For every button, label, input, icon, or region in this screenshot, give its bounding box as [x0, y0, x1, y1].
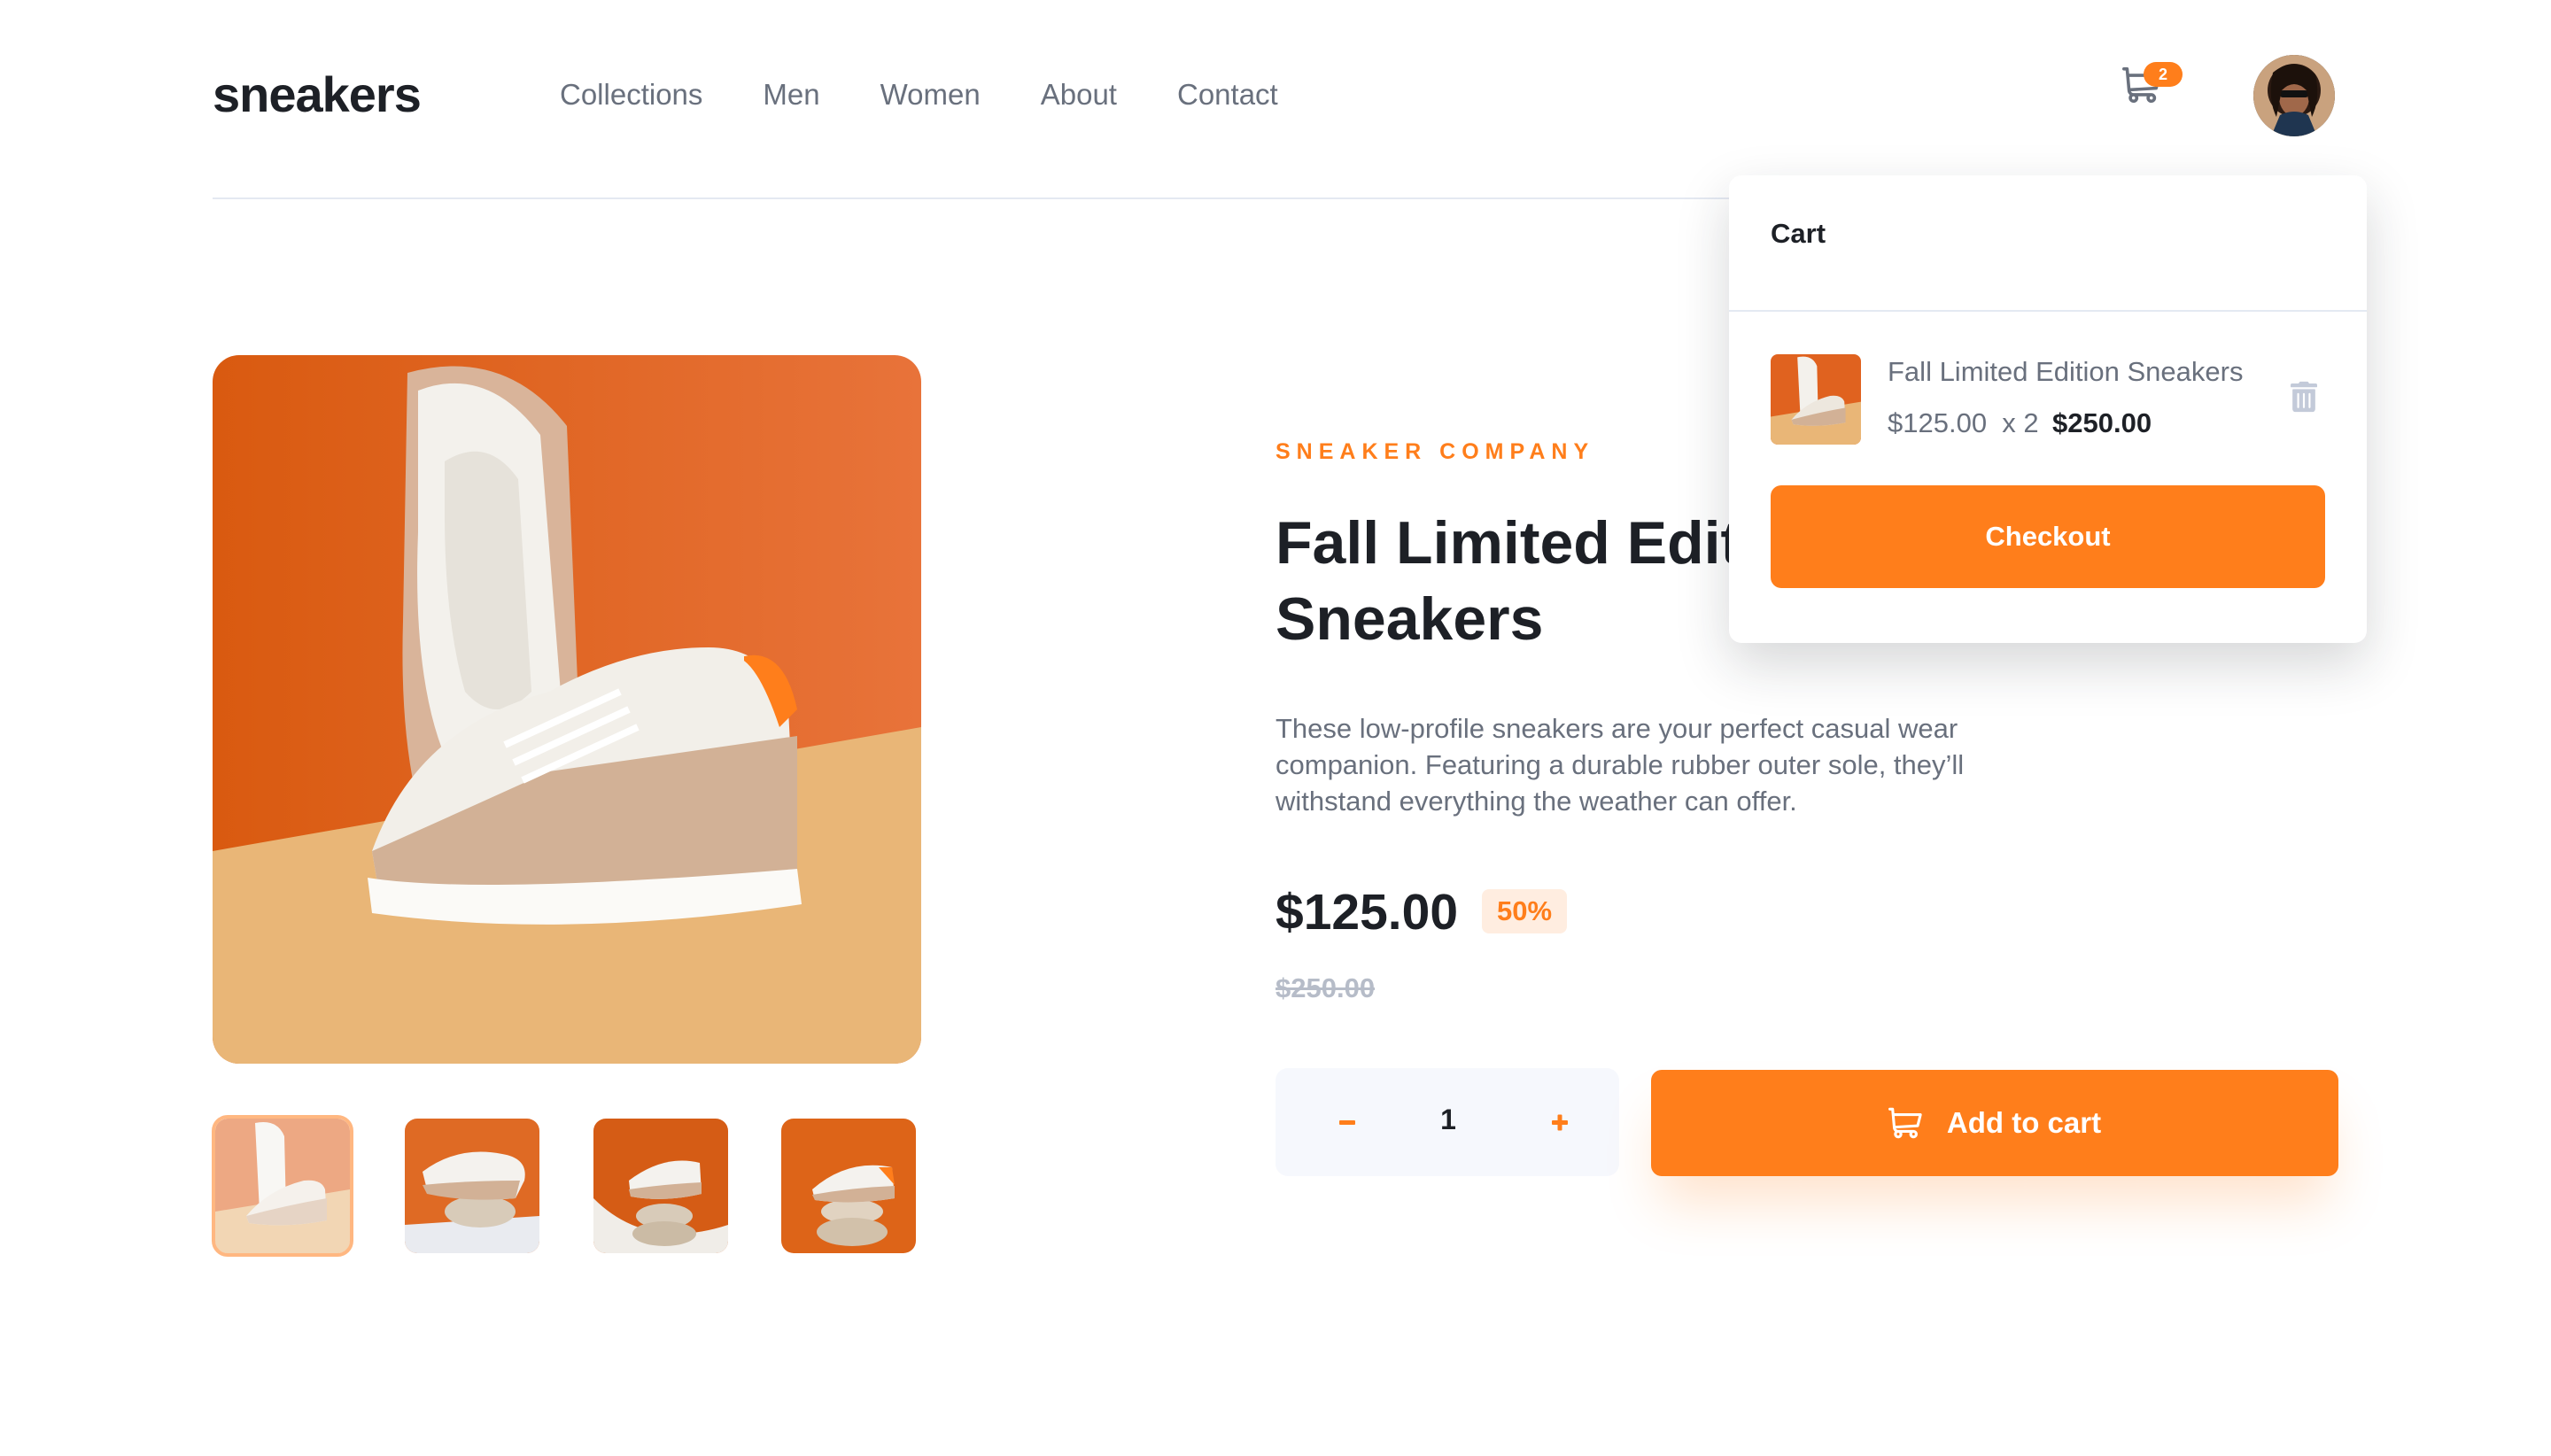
- cart-icon: [1888, 1107, 1922, 1139]
- thumbnail-1[interactable]: [212, 1115, 353, 1257]
- thumbnail-3[interactable]: [593, 1119, 728, 1253]
- thumbnail-2[interactable]: [405, 1119, 539, 1253]
- product-main-image[interactable]: [213, 355, 921, 1064]
- nav-men[interactable]: Men: [763, 73, 819, 117]
- increase-quantity-button[interactable]: [1532, 1095, 1587, 1150]
- site-logo[interactable]: sneakers: [213, 64, 422, 126]
- current-price: $125.00: [1276, 884, 1459, 941]
- user-avatar[interactable]: [2252, 53, 2337, 138]
- add-to-cart-label: Add to cart: [1946, 1106, 2102, 1139]
- trash-icon: [2291, 381, 2317, 413]
- company-label: SNEAKER COMPANY: [1276, 439, 1595, 464]
- nav-women[interactable]: Women: [880, 73, 981, 117]
- add-to-cart-button[interactable]: Add to cart: [1651, 1070, 2338, 1176]
- cart-item-total: $250.00: [2052, 407, 2152, 438]
- remove-item-button[interactable]: [2291, 381, 2317, 413]
- product-description: These low-profile sneakers are your perf…: [1276, 713, 1965, 817]
- thumbnail-image: [781, 1119, 916, 1253]
- avatar-image: [2253, 55, 2335, 136]
- quantity-value: 1: [1440, 1104, 1456, 1135]
- cart-divider: [1729, 310, 2367, 312]
- cart-title: Cart: [1771, 218, 1826, 249]
- main-nav: Collections Men Women About Contact: [560, 73, 1338, 117]
- thumbnail-image: [215, 1119, 350, 1253]
- decrease-quantity-button[interactable]: [1320, 1095, 1375, 1150]
- cart-count-badge: 2: [2144, 62, 2183, 87]
- nav-collections[interactable]: Collections: [560, 73, 702, 117]
- checkout-button[interactable]: Checkout: [1771, 485, 2325, 588]
- plus-icon: [1552, 1114, 1568, 1131]
- cart-item-image: [1771, 354, 1861, 445]
- nav-contact[interactable]: Contact: [1177, 73, 1278, 117]
- thumbnail-4[interactable]: [781, 1119, 916, 1253]
- minus-icon: [1339, 1120, 1355, 1125]
- discount-badge: 50%: [1482, 889, 1567, 933]
- cart-item-name: Fall Limited Edition Sneakers: [1888, 356, 2244, 387]
- thumbnail-image: [593, 1119, 728, 1253]
- sneaker-photo: [213, 355, 921, 1064]
- nav-about[interactable]: About: [1041, 73, 1117, 117]
- cart-item-calculation: $125.00 x 2: [1888, 407, 2039, 438]
- thumbnail-image: [405, 1119, 539, 1253]
- cart-item-thumbnail: [1771, 354, 1861, 445]
- original-price: $250.00: [1276, 972, 1376, 1003]
